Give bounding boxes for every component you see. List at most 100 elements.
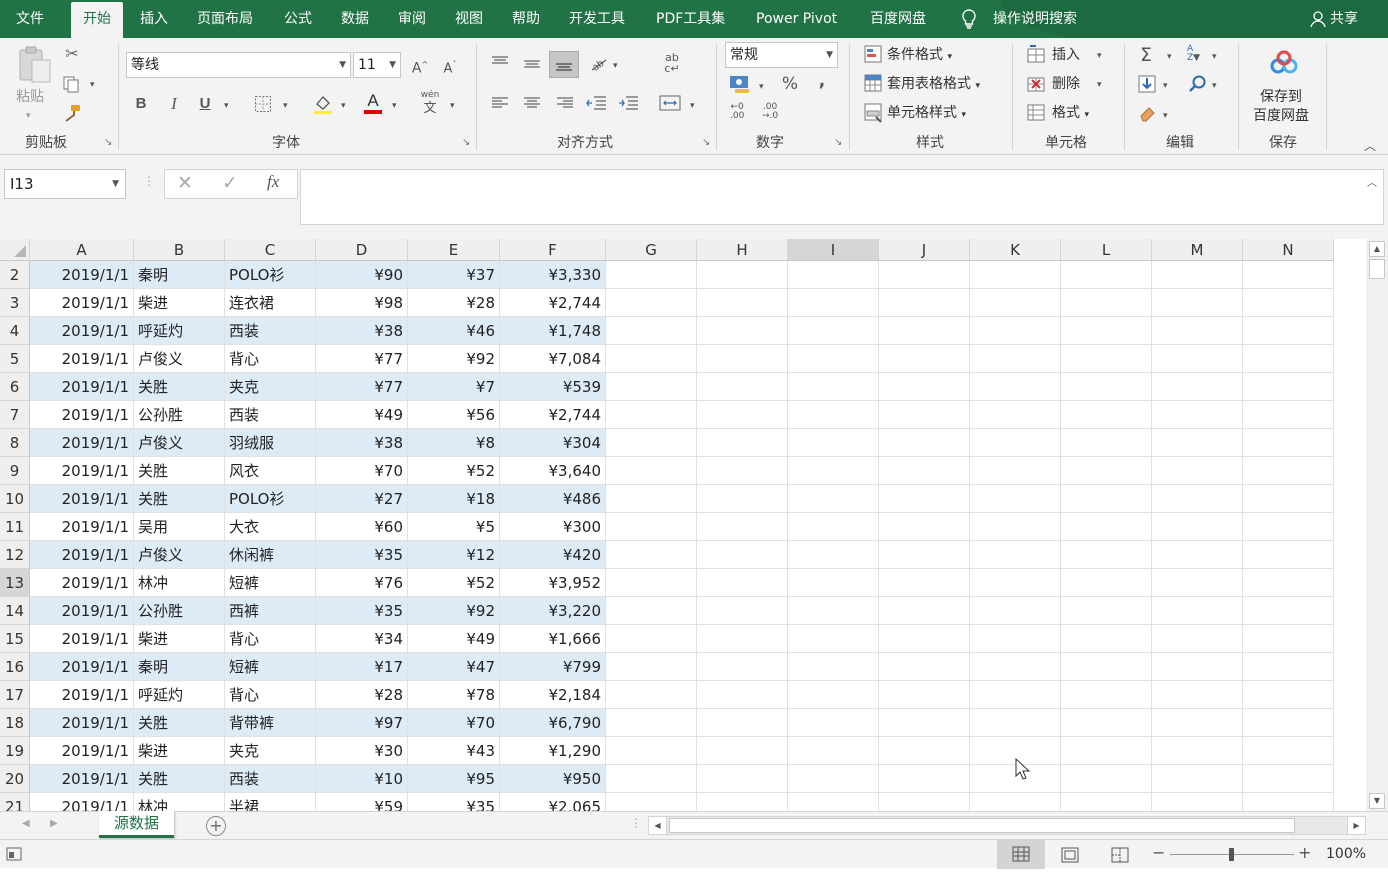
cell-empty[interactable] bbox=[697, 289, 788, 317]
cell-empty[interactable] bbox=[606, 793, 697, 811]
tab-home[interactable]: 开始 bbox=[71, 2, 123, 38]
cell-empty[interactable] bbox=[697, 317, 788, 345]
cell-f[interactable]: ¥539 bbox=[500, 373, 606, 401]
autosum-button[interactable]: Σ bbox=[1137, 44, 1155, 66]
cell-empty[interactable] bbox=[970, 289, 1061, 317]
cell-empty[interactable] bbox=[1061, 485, 1152, 513]
align-middle-icon[interactable] bbox=[522, 56, 542, 76]
macro-record-icon[interactable] bbox=[6, 847, 22, 865]
find-dropdown-icon[interactable]: ▾ bbox=[1212, 77, 1217, 95]
tab-file[interactable]: 文件 bbox=[16, 0, 44, 38]
cell-f[interactable]: ¥3,220 bbox=[500, 597, 606, 625]
cell-c[interactable]: 风衣 bbox=[225, 457, 316, 485]
cell-c[interactable]: 背心 bbox=[225, 345, 316, 373]
tab-view[interactable]: 视图 bbox=[455, 0, 483, 38]
cell-empty[interactable] bbox=[1243, 289, 1334, 317]
cell-d[interactable]: ¥77 bbox=[316, 373, 408, 401]
cell-e[interactable]: ¥7 bbox=[408, 373, 500, 401]
font-color-dropdown-icon[interactable]: ▾ bbox=[392, 97, 397, 115]
font-size-combo[interactable]: 11 ▼ bbox=[353, 52, 401, 78]
cell-empty[interactable] bbox=[697, 373, 788, 401]
cell-empty[interactable] bbox=[606, 625, 697, 653]
cell-c[interactable]: 背心 bbox=[225, 625, 316, 653]
cell-d[interactable]: ¥34 bbox=[316, 625, 408, 653]
cell-c[interactable]: 连衣裙 bbox=[225, 289, 316, 317]
cell-empty[interactable] bbox=[606, 317, 697, 345]
select-all-corner[interactable] bbox=[0, 239, 30, 261]
cell-c[interactable]: 背带裤 bbox=[225, 709, 316, 737]
cell-e[interactable]: ¥52 bbox=[408, 457, 500, 485]
column-header-c[interactable]: C bbox=[225, 239, 316, 261]
cell-empty[interactable] bbox=[606, 681, 697, 709]
tab-formulas[interactable]: 公式 bbox=[284, 0, 312, 38]
formula-input[interactable]: ︿ bbox=[300, 169, 1384, 225]
cell-empty[interactable] bbox=[879, 401, 970, 429]
cell-c[interactable]: 西装 bbox=[225, 317, 316, 345]
delete-cells-button[interactable]: 删除 bbox=[1052, 74, 1080, 94]
cell-empty[interactable] bbox=[697, 485, 788, 513]
cell-d[interactable]: ¥70 bbox=[316, 457, 408, 485]
expand-formula-icon[interactable]: ︿ bbox=[1367, 174, 1377, 189]
alignment-launcher-icon[interactable]: ↘ bbox=[702, 137, 710, 148]
next-sheet-icon[interactable]: ▶ bbox=[50, 818, 58, 829]
increase-font-icon[interactable]: A^ bbox=[411, 56, 429, 78]
tell-me-search[interactable]: 操作说明搜索 bbox=[993, 0, 1077, 38]
horizontal-scroll-thumb[interactable] bbox=[669, 818, 1295, 833]
cell-empty[interactable] bbox=[606, 429, 697, 457]
cell-empty[interactable] bbox=[879, 597, 970, 625]
underline-dropdown-icon[interactable]: ▾ bbox=[224, 97, 229, 115]
cell-empty[interactable] bbox=[1243, 569, 1334, 597]
cell-empty[interactable] bbox=[788, 681, 879, 709]
cell-empty[interactable] bbox=[697, 261, 788, 289]
cell-empty[interactable] bbox=[970, 373, 1061, 401]
cell-d[interactable]: ¥28 bbox=[316, 681, 408, 709]
cell-empty[interactable] bbox=[1243, 457, 1334, 485]
cell-e[interactable]: ¥43 bbox=[408, 737, 500, 765]
cell-empty[interactable] bbox=[788, 289, 879, 317]
cell-b[interactable]: 卢俊义 bbox=[134, 541, 225, 569]
cell-d[interactable]: ¥35 bbox=[316, 597, 408, 625]
row-header[interactable]: 18 bbox=[0, 709, 30, 737]
format-cells-icon[interactable] bbox=[1027, 103, 1047, 127]
cell-empty[interactable] bbox=[1061, 597, 1152, 625]
cell-empty[interactable] bbox=[606, 597, 697, 625]
bold-button[interactable]: B bbox=[133, 95, 149, 113]
cell-empty[interactable] bbox=[697, 513, 788, 541]
cell-empty[interactable] bbox=[697, 401, 788, 429]
cell-empty[interactable] bbox=[1152, 457, 1243, 485]
align-center-icon[interactable] bbox=[522, 95, 542, 115]
cell-empty[interactable] bbox=[1152, 625, 1243, 653]
clipboard-launcher-icon[interactable]: ↘ bbox=[104, 137, 112, 148]
cell-a[interactable]: 2019/1/1 bbox=[30, 261, 134, 289]
cell-empty[interactable] bbox=[1061, 737, 1152, 765]
cell-empty[interactable] bbox=[788, 569, 879, 597]
cell-e[interactable]: ¥92 bbox=[408, 597, 500, 625]
cell-e[interactable]: ¥78 bbox=[408, 681, 500, 709]
row-header[interactable]: 9 bbox=[0, 457, 30, 485]
cell-empty[interactable] bbox=[1061, 429, 1152, 457]
cell-empty[interactable] bbox=[1152, 317, 1243, 345]
cell-b[interactable]: 柴进 bbox=[134, 737, 225, 765]
insert-cells-button[interactable]: 插入 bbox=[1052, 45, 1080, 65]
cell-empty[interactable] bbox=[1152, 401, 1243, 429]
cell-empty[interactable] bbox=[788, 317, 879, 345]
row-header[interactable]: 11 bbox=[0, 513, 30, 541]
cell-empty[interactable] bbox=[879, 765, 970, 793]
cell-empty[interactable] bbox=[879, 429, 970, 457]
cell-empty[interactable] bbox=[1061, 541, 1152, 569]
cell-empty[interactable] bbox=[1152, 681, 1243, 709]
user-icon[interactable] bbox=[1310, 0, 1326, 38]
cell-empty[interactable] bbox=[1152, 485, 1243, 513]
cell-e[interactable]: ¥92 bbox=[408, 345, 500, 373]
scroll-right-icon[interactable]: ▶ bbox=[1347, 817, 1365, 834]
increase-decimal-icon[interactable]: ←0.00 bbox=[730, 103, 744, 121]
orientation-icon[interactable]: ab bbox=[588, 52, 610, 78]
cell-empty[interactable] bbox=[970, 653, 1061, 681]
cell-empty[interactable] bbox=[879, 485, 970, 513]
cell-empty[interactable] bbox=[1152, 597, 1243, 625]
number-launcher-icon[interactable]: ↘ bbox=[834, 137, 842, 148]
cell-empty[interactable] bbox=[1061, 401, 1152, 429]
cell-empty[interactable] bbox=[788, 709, 879, 737]
cell-empty[interactable] bbox=[697, 457, 788, 485]
copy-dropdown-icon[interactable]: ▾ bbox=[90, 76, 95, 94]
